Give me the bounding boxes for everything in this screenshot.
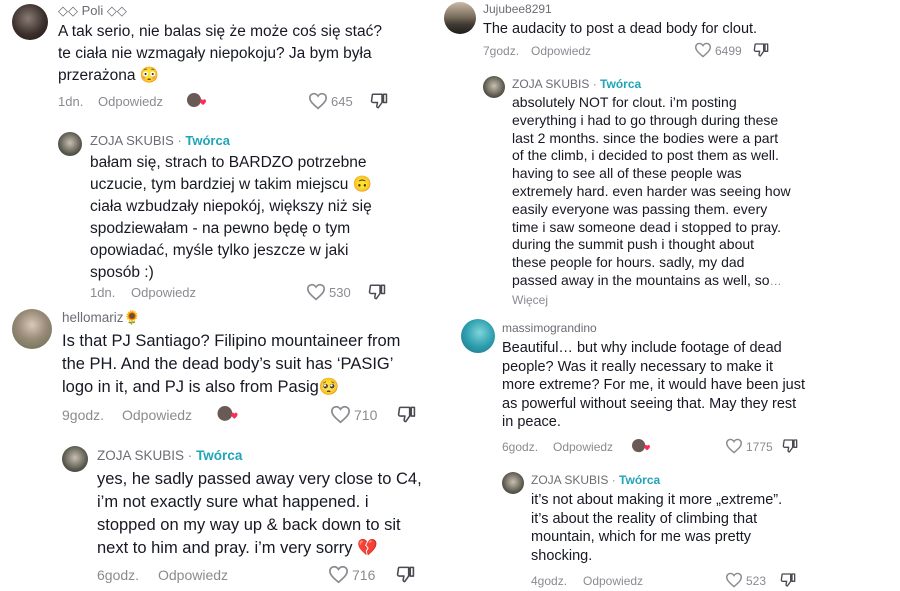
- dislike-icon[interactable]: [397, 405, 416, 424]
- reply-button[interactable]: Odpowiedz: [131, 285, 196, 300]
- reply-text-body: absolutely NOT for clout. i’m posting ev…: [512, 94, 791, 288]
- creator-badge: Twórca: [619, 473, 661, 487]
- like-count: 645: [331, 94, 353, 109]
- dislike-icon[interactable]: [753, 42, 769, 58]
- reply-author-name: ZOJA SKUBIS: [512, 77, 590, 91]
- reply-author-name: ZOJA SKUBIS: [97, 448, 185, 463]
- comment-username[interactable]: hellomariz🌻: [62, 310, 140, 326]
- avatar[interactable]: [444, 2, 476, 34]
- comment-time: 1dn.: [58, 94, 84, 109]
- avatar[interactable]: [502, 472, 524, 494]
- like-count: 530: [329, 285, 351, 300]
- reply-text: absolutely NOT for clout. i’m posting ev…: [512, 94, 792, 310]
- comment-text: Is that PJ Santiago? Filipino mountainee…: [62, 332, 401, 396]
- avatar[interactable]: [12, 4, 48, 40]
- reply-button[interactable]: Odpowiedz: [583, 574, 643, 588]
- reply-username[interactable]: ZOJA SKUBIS · Twórca: [531, 473, 660, 487]
- like-count: 716: [352, 567, 376, 583]
- comment-panel-a: ◇◇ Poli ◇◇ A tak serio, nie balas się że…: [0, 0, 410, 305]
- reply-text: it’s not about making it more „extreme”.…: [531, 492, 783, 564]
- heart-outline-icon[interactable]: [694, 42, 712, 58]
- separator: ·: [177, 133, 182, 148]
- separator: ·: [611, 473, 616, 487]
- dislike-icon[interactable]: [782, 438, 798, 454]
- like-count: 523: [746, 574, 767, 588]
- comment-text: Beautiful… but why include footage of de…: [502, 340, 806, 431]
- heart-outline-icon[interactable]: [306, 283, 326, 301]
- heart-outline-icon[interactable]: [725, 438, 743, 454]
- reply-username[interactable]: ZOJA SKUBIS · Twórca: [97, 448, 242, 463]
- heart-outline-icon[interactable]: [725, 572, 743, 588]
- heart-outline-icon[interactable]: [308, 92, 328, 110]
- creator-badge: Twórca: [600, 77, 642, 91]
- comment-username[interactable]: Jujubee8291: [483, 2, 552, 16]
- reply-username[interactable]: ZOJA SKUBIS · Twórca: [512, 77, 641, 91]
- reply-username[interactable]: ZOJA SKUBIS · Twórca: [90, 133, 230, 148]
- comment-text: A tak serio, nie balas się że może coś s…: [58, 23, 382, 84]
- dislike-icon[interactable]: [396, 565, 415, 584]
- reply-button[interactable]: Odpowiedz: [122, 407, 192, 423]
- separator: ·: [592, 77, 597, 91]
- dislike-icon[interactable]: [780, 572, 796, 588]
- reply-author-name: ZOJA SKUBIS: [90, 133, 174, 148]
- creator-badge: Twórca: [185, 133, 230, 148]
- like-count: 1775: [746, 440, 773, 454]
- heart-outline-icon[interactable]: [328, 565, 349, 584]
- comment-time: 6godz.: [502, 440, 539, 454]
- avatar[interactable]: [461, 319, 495, 353]
- like-count: 710: [354, 407, 378, 423]
- comment-time: 7godz.: [483, 44, 520, 58]
- reply-time: 6godz.: [97, 567, 140, 583]
- separator: ·: [187, 448, 193, 463]
- creator-liked-heart-icon: [632, 438, 650, 453]
- dislike-icon[interactable]: [368, 283, 386, 301]
- comment-text: The audacity to post a dead body for clo…: [483, 21, 758, 37]
- reply-button[interactable]: Odpowiedz: [531, 44, 591, 58]
- reply-time: 1dn.: [90, 285, 116, 300]
- reply-button[interactable]: Odpowiedz: [158, 567, 228, 583]
- avatar[interactable]: [62, 446, 88, 472]
- creator-liked-heart-icon: [187, 93, 206, 107]
- comment-panel-c: Jujubee8291 The audacity to post a dead …: [440, 0, 800, 312]
- creator-liked-heart-icon: [217, 406, 238, 421]
- creator-badge: Twórca: [196, 448, 243, 463]
- comment-panel-b: hellomariz🌻 Is that PJ Santiago? Filipin…: [0, 305, 432, 591]
- reply-time: 4godz.: [531, 574, 568, 588]
- like-count: 6499: [715, 44, 742, 58]
- reply-button[interactable]: Odpowiedz: [553, 440, 613, 454]
- dislike-icon[interactable]: [370, 92, 388, 110]
- reply-text: yes, he sadly passed away very close to …: [97, 470, 422, 557]
- comment-time: 9godz.: [62, 407, 105, 423]
- reply-text: bałam się, strach to BARDZO potrzebne uc…: [90, 154, 373, 281]
- reply-author-name: ZOJA SKUBIS: [531, 473, 609, 487]
- avatar[interactable]: [12, 309, 52, 349]
- comment-username[interactable]: ◇◇ Poli ◇◇: [58, 3, 127, 19]
- avatar[interactable]: [58, 132, 82, 156]
- avatar[interactable]: [483, 76, 505, 98]
- comment-username[interactable]: massimograndino: [502, 321, 597, 335]
- comment-panel-d: massimograndino Beautiful… but why inclu…: [455, 314, 815, 591]
- heart-outline-icon[interactable]: [330, 405, 351, 424]
- reply-button[interactable]: Odpowiedz: [98, 94, 163, 109]
